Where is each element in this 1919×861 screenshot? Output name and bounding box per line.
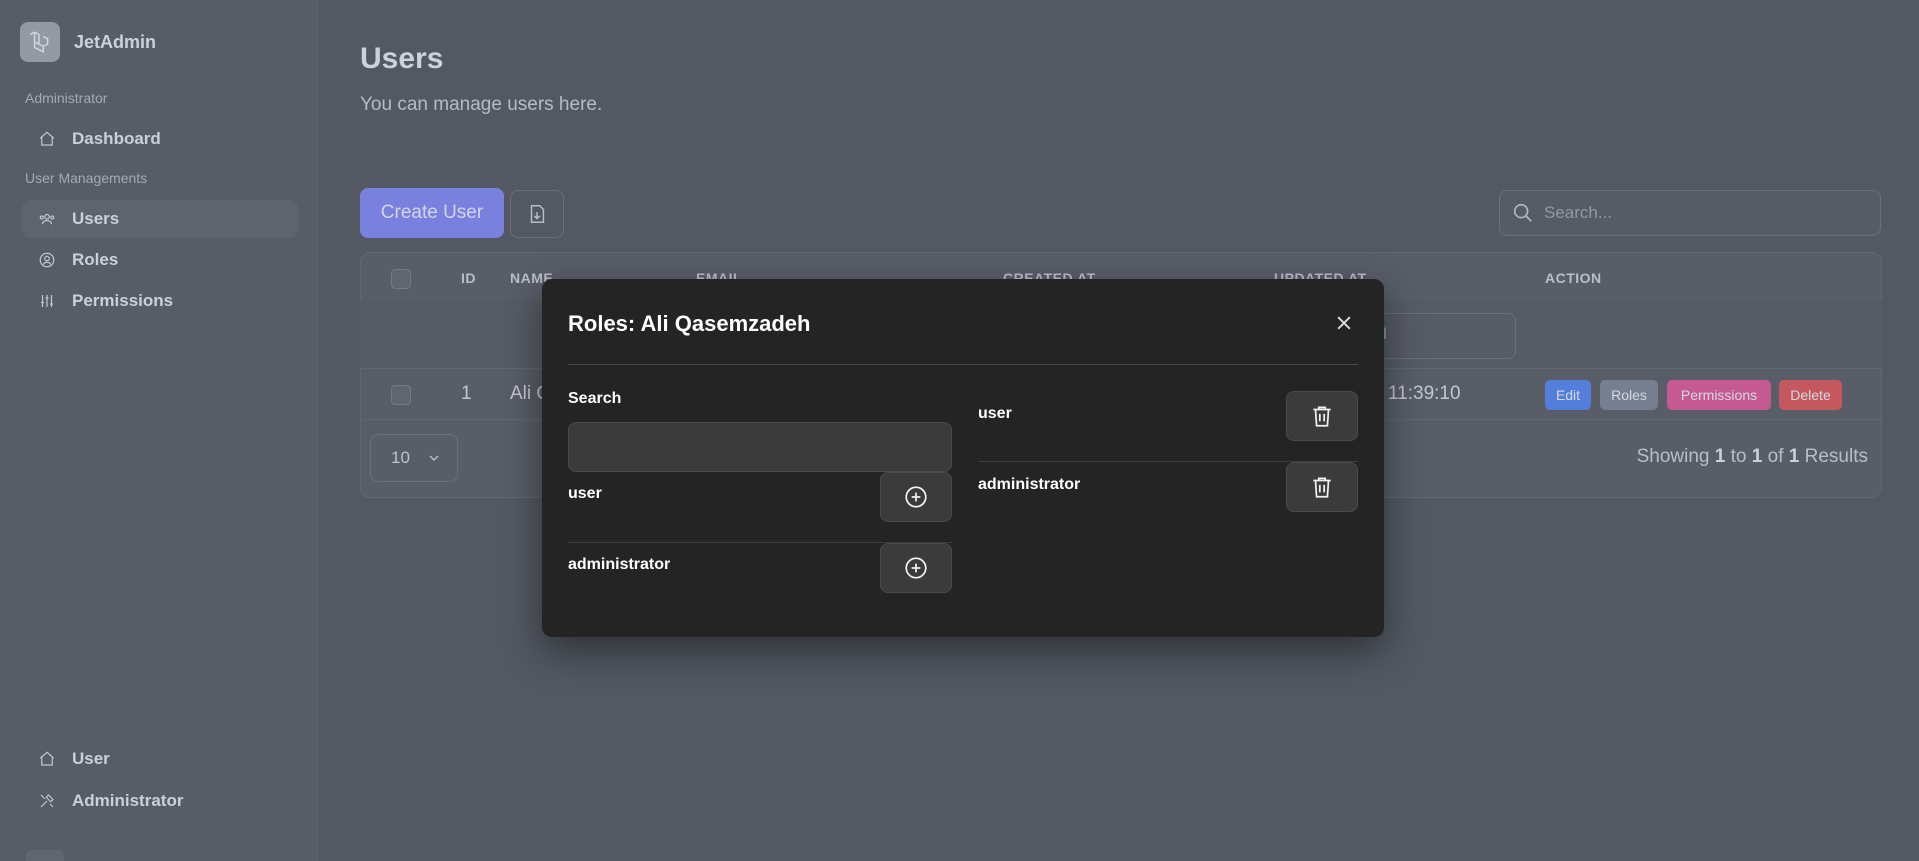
plus-circle-icon [905, 486, 927, 508]
assigned-role-administrator: administrator [978, 476, 1081, 493]
remove-role-administrator-button[interactable] [1286, 462, 1358, 512]
available-role-administrator: administrator [568, 556, 671, 573]
roles-modal: Roles: Ali Qasemzadeh Search user admini… [542, 279, 1384, 637]
plus-circle-icon [905, 557, 927, 579]
trash-icon [1313, 477, 1331, 498]
close-icon [1337, 316, 1351, 330]
add-role-user-button[interactable] [880, 472, 952, 522]
trash-icon [1313, 406, 1331, 427]
modal-title: Roles: Ali Qasemzadeh [568, 311, 811, 336]
add-role-administrator-button[interactable] [880, 543, 952, 593]
remove-role-user-button[interactable] [1286, 391, 1358, 441]
close-button[interactable] [1330, 309, 1358, 337]
modal-divider [568, 364, 1358, 365]
assigned-role-user: user [978, 405, 1012, 422]
search-label: Search [568, 390, 622, 407]
role-search-input[interactable] [568, 422, 952, 472]
available-role-user: user [568, 485, 602, 502]
